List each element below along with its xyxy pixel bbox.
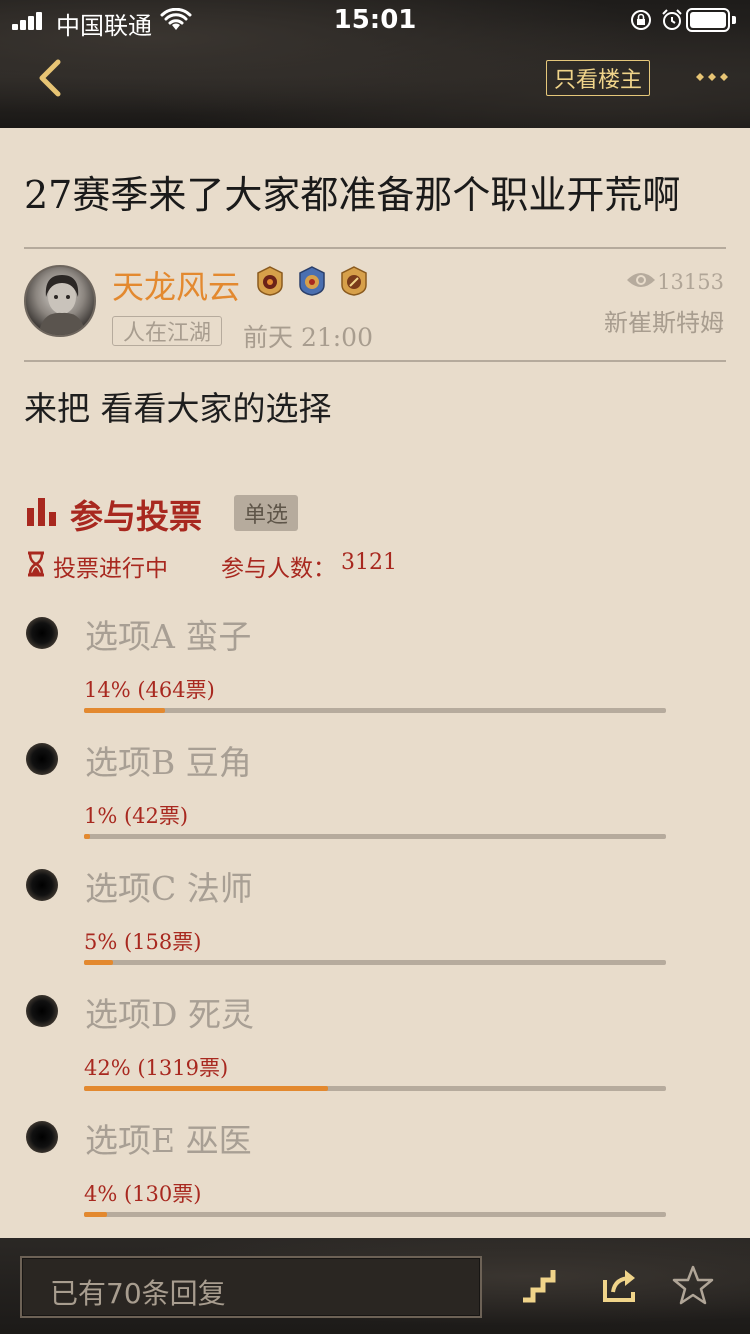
progress-bar	[84, 1086, 666, 1091]
option-result: 42% (1319票)	[84, 1056, 229, 1080]
stairs-icon[interactable]	[519, 1264, 561, 1306]
radio-button[interactable]	[26, 617, 58, 649]
radio-button[interactable]	[26, 995, 58, 1027]
vote-option[interactable]: 选项D 死灵 42% (1319票)	[0, 983, 750, 1109]
option-result: 1% (42票)	[84, 804, 189, 828]
vote-type-badge: 单选	[234, 495, 298, 531]
divider	[24, 360, 726, 362]
avatar[interactable]	[24, 265, 96, 337]
hourglass-icon	[28, 551, 44, 577]
status-bar: 中国联通 15:01	[0, 0, 750, 40]
radio-button[interactable]	[26, 1121, 58, 1153]
post-body: 来把 看看大家的选择	[24, 389, 332, 428]
post-title: 27赛季来了大家都准备那个职业开荒啊	[24, 173, 681, 217]
vote-option[interactable]: 选项A 蛮子 14% (464票)	[0, 605, 750, 731]
progress-fill	[84, 834, 90, 839]
option-result: 5% (158票)	[84, 930, 202, 954]
vote-option[interactable]: 选项B 豆角 1% (42票)	[0, 731, 750, 857]
radio-button[interactable]	[26, 869, 58, 901]
option-label: 选项D 死灵	[85, 995, 254, 1034]
option-result: 4% (130票)	[84, 1182, 202, 1206]
vote-chart-icon	[27, 498, 56, 526]
progress-fill	[84, 708, 166, 713]
divider	[24, 247, 726, 249]
option-label: 选项E 巫医	[85, 1121, 252, 1160]
back-button[interactable]	[30, 56, 74, 100]
bottom-bar: 已有70条回复	[0, 1238, 750, 1334]
radio-button[interactable]	[26, 743, 58, 775]
alarm-icon	[662, 9, 682, 30]
option-result: 14% (464票)	[84, 678, 215, 702]
author-name[interactable]: 天龙风云	[112, 262, 240, 308]
top-bar: 中国联通 15:01 只看楼主	[0, 0, 750, 128]
option-label: 选项C 法师	[85, 869, 253, 908]
vote-title: 参与投票	[70, 497, 202, 536]
badge-icon	[299, 266, 325, 296]
progress-bar	[84, 708, 666, 713]
progress-bar	[84, 960, 666, 965]
user-tag: 人在江湖	[112, 316, 223, 346]
progress-bar	[84, 1212, 666, 1217]
more-icon[interactable]	[690, 62, 734, 92]
vote-status: 投票进行中	[53, 556, 168, 582]
battery-icon	[686, 8, 736, 32]
badge-icon	[257, 266, 283, 296]
reply-input[interactable]: 已有70条回复	[20, 1256, 482, 1318]
vote-count-label: 参与人数：	[221, 556, 336, 582]
badge-icon	[341, 266, 367, 296]
orientation-lock-icon	[631, 10, 651, 30]
vote-option[interactable]: 选项E 巫医 4% (130票)	[0, 1109, 750, 1235]
only-owner-button[interactable]: 只看楼主	[546, 60, 650, 96]
progress-bar	[84, 834, 666, 839]
option-label: 选项A 蛮子	[85, 617, 252, 656]
vote-option[interactable]: 选项C 法师 5% (158票)	[0, 857, 750, 983]
view-count: 13153	[657, 270, 724, 294]
vote-count: 3121	[341, 550, 397, 575]
eye-icon	[627, 273, 655, 287]
share-icon[interactable]	[599, 1264, 641, 1306]
reply-placeholder: 已有70条回复	[50, 1277, 226, 1310]
progress-fill	[84, 960, 114, 965]
progress-fill	[84, 1212, 108, 1217]
progress-fill	[84, 1086, 329, 1091]
post-time: 前天 21:00	[243, 323, 373, 352]
forum-location[interactable]: 新崔斯特姆	[604, 303, 724, 338]
option-label: 选项B 豆角	[85, 743, 252, 782]
star-icon[interactable]	[672, 1264, 714, 1306]
